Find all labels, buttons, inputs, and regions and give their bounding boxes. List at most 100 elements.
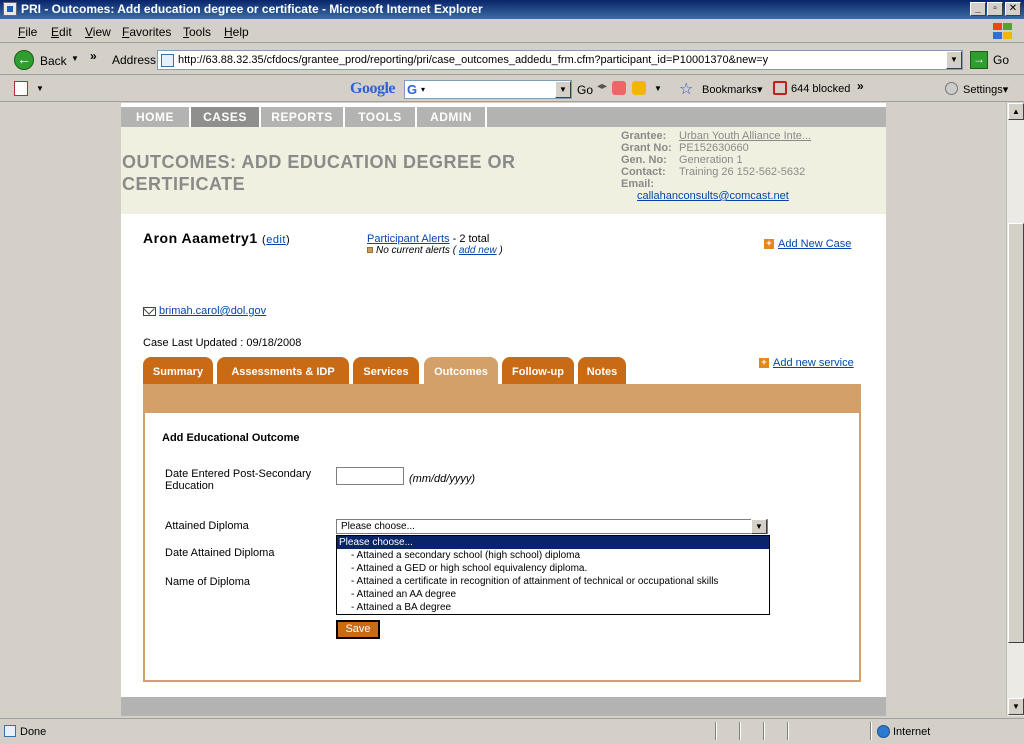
add-new-alert-link[interactable]: add new	[459, 245, 497, 256]
menu-bar: File Edit View Favorites Tools Help	[0, 19, 1024, 43]
pdf-dropdown-icon[interactable]: ▼	[36, 84, 44, 93]
grantee-link[interactable]: Urban Youth Alliance Inte...	[679, 130, 811, 142]
plus-icon: +	[759, 358, 769, 369]
chevron-down-icon[interactable]: ▼	[751, 519, 767, 534]
attained-diploma-label: Attained Diploma	[165, 520, 249, 532]
tab-follow-up[interactable]: Follow-up	[502, 357, 574, 384]
go-button-label[interactable]: Go	[993, 53, 1009, 67]
google-toolbar: ▼ Google G ▾ ▼ Go ◂▸ ▼ ☆ Bookmarks▾ 644 …	[0, 76, 1024, 102]
site-nav: HOME CASES REPORTS TOOLS ADMIN	[121, 107, 886, 127]
tab-assessments-idp[interactable]: Assessments & IDP	[217, 357, 349, 384]
option-aa-degree[interactable]: - Attained an AA degree	[337, 588, 769, 601]
menu-file[interactable]: File	[18, 25, 37, 39]
option-certificate[interactable]: - Attained a certificate in recognition …	[337, 575, 769, 588]
address-toolbar: ← Back ▼ » Address http://63.88.32.35/cf…	[0, 44, 1024, 75]
address-input[interactable]: http://63.88.32.35/cfdocs/grantee_prod/r…	[157, 50, 963, 70]
status-divider	[870, 722, 872, 740]
bookmarks-menu[interactable]: Bookmarks▾	[702, 83, 763, 96]
case-last-updated: Case Last Updated : 09/18/2008	[143, 337, 302, 349]
nav-admin[interactable]: ADMIN	[417, 107, 487, 127]
menu-view[interactable]: View	[85, 25, 111, 39]
address-dropdown-button[interactable]: ▼	[946, 51, 962, 69]
nav-reports[interactable]: REPORTS	[261, 107, 345, 127]
internet-globe-icon	[877, 725, 890, 738]
nav-home[interactable]: HOME	[121, 107, 191, 127]
options-dropdown-icon[interactable]: ▼	[654, 84, 662, 93]
option-high-school-diploma[interactable]: - Attained a secondary school (high scho…	[337, 549, 769, 562]
option-please-choose[interactable]: Please choose...	[337, 536, 769, 549]
participant-email: brimah.carol@dol.gov	[143, 305, 266, 317]
scroll-down-icon[interactable]: ▼	[1008, 698, 1024, 715]
date-attained-label: Date Attained Diploma	[165, 547, 275, 559]
highlight-icon[interactable]	[612, 81, 626, 95]
panel-header-bar	[145, 386, 859, 413]
participant-name: Aron Aaametry1 (edit)	[143, 230, 291, 246]
nav-tools[interactable]: TOOLS	[345, 107, 417, 127]
scroll-up-icon[interactable]: ▲	[1008, 103, 1024, 120]
tab-summary[interactable]: Summary	[143, 357, 213, 384]
settings-menu[interactable]: Settings▾	[963, 83, 1008, 96]
windows-logo-icon	[992, 22, 1014, 40]
save-button[interactable]: Save	[336, 620, 380, 639]
menu-help[interactable]: Help	[224, 25, 249, 39]
outcome-form-panel: Add Educational Outcome Date Entered Pos…	[143, 384, 861, 682]
date-entered-label: Date Entered Post-Secondary Education	[165, 468, 312, 492]
tab-notes[interactable]: Notes	[578, 357, 626, 384]
back-arrow-icon[interactable]: ←	[14, 50, 34, 70]
google-g-dropdown-icon[interactable]: ▾	[421, 85, 425, 94]
popup-blocked-count[interactable]: 644 blocked	[791, 83, 850, 95]
alert-bullet-icon	[367, 247, 373, 254]
add-new-case-link[interactable]: Add New Case	[778, 238, 851, 250]
nav-cases[interactable]: CASES	[191, 107, 261, 127]
minimize-button[interactable]: _	[970, 2, 986, 16]
participant-email-link[interactable]: brimah.carol@dol.gov	[159, 305, 266, 317]
participant-alerts: Participant Alerts - 2 total No current …	[367, 233, 503, 256]
menu-favorites[interactable]: Favorites	[122, 25, 171, 39]
date-format-hint: (mm/dd/yyyy)	[409, 473, 475, 485]
back-button-label[interactable]: Back	[40, 54, 67, 68]
web-page: HOME CASES REPORTS TOOLS ADMIN OUTCOMES:…	[121, 103, 886, 716]
status-page-icon	[4, 725, 16, 737]
popup-blocker-icon[interactable]	[773, 81, 787, 95]
google-go-options-icon[interactable]: ◂▸	[597, 81, 607, 92]
edit-participant-link[interactable]: edit	[266, 234, 286, 246]
menu-tools[interactable]: Tools	[183, 25, 211, 39]
page-icon	[161, 54, 174, 67]
go-arrow-icon[interactable]: →	[970, 51, 988, 69]
menu-edit[interactable]: Edit	[51, 25, 72, 39]
participant-alerts-link[interactable]: Participant Alerts	[367, 233, 450, 245]
google-search-dropdown-button[interactable]: ▼	[555, 81, 571, 98]
window-title: PRI - Outcomes: Add education degree or …	[21, 2, 483, 16]
add-new-case: + Add New Case	[764, 238, 851, 250]
status-bar: Done Internet	[0, 718, 1024, 744]
options-icon[interactable]	[632, 81, 646, 95]
bookmarks-star-icon[interactable]: ☆	[679, 79, 693, 99]
option-ged[interactable]: - Attained a GED or high school equivale…	[337, 562, 769, 575]
attained-diploma-select[interactable]: Please choose... ▼	[336, 519, 768, 534]
google-toolbar-chevron-icon[interactable]: »	[857, 79, 864, 93]
address-label: Address	[112, 53, 157, 67]
tab-outcomes[interactable]: Outcomes	[424, 357, 498, 384]
vertical-scrollbar[interactable]: ▲ ▼	[1006, 103, 1024, 716]
page-title: OUTCOMES: ADD EDUCATION DEGREE OR CERTIF…	[122, 152, 516, 194]
close-button[interactable]: ✕	[1005, 2, 1021, 16]
date-entered-input[interactable]	[336, 467, 404, 485]
name-of-diploma-label: Name of Diploma	[165, 576, 250, 588]
add-new-service: + Add new service	[759, 357, 854, 369]
grantee-email-link[interactable]: callahanconsults@comcast.net	[621, 190, 811, 202]
option-ba-degree[interactable]: - Attained a BA degree	[337, 601, 769, 614]
toolbar-chevron-icon[interactable]: »	[90, 49, 97, 63]
back-dropdown-icon[interactable]: ▼	[71, 54, 79, 63]
page-header: OUTCOMES: ADD EDUCATION DEGREE OR CERTIF…	[121, 127, 886, 214]
status-text: Done	[20, 726, 47, 738]
google-g-icon: G	[407, 82, 418, 97]
scroll-thumb[interactable]	[1008, 223, 1024, 643]
pdf-icon[interactable]	[14, 81, 28, 96]
google-go-button[interactable]: Go	[577, 83, 593, 97]
add-new-service-link[interactable]: Add new service	[773, 357, 854, 369]
status-divider	[715, 722, 717, 740]
google-search-input[interactable]: G ▾ ▼	[404, 80, 572, 99]
restore-button[interactable]: ▫	[987, 2, 1003, 16]
tab-services[interactable]: Services	[353, 357, 419, 384]
settings-icon[interactable]	[945, 82, 958, 95]
